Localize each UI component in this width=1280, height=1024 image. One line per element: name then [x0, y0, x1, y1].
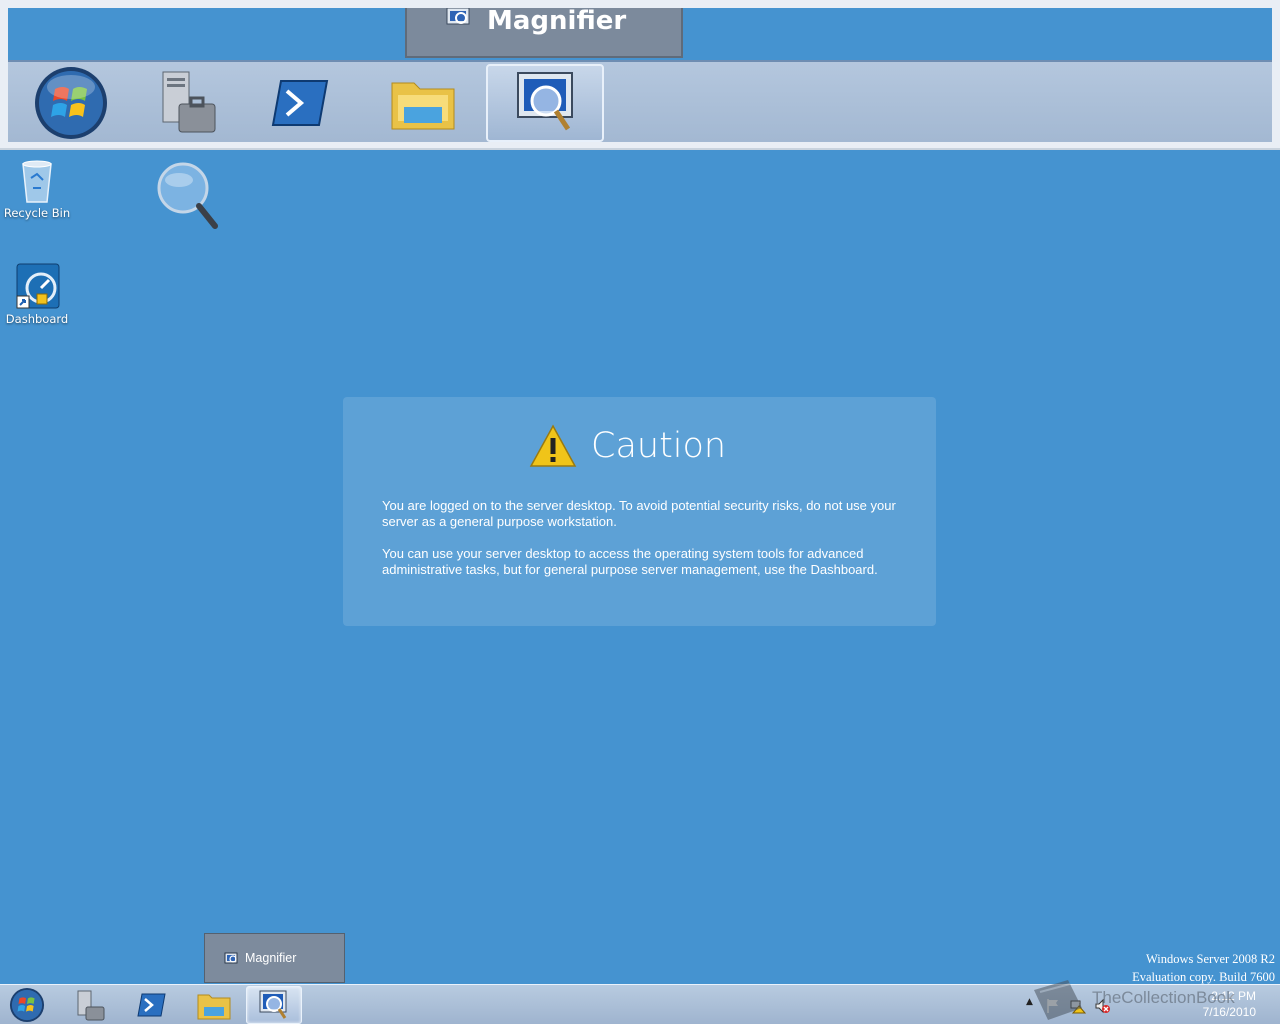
caution-paragraph-1: You are logged on to the server desktop.… [382, 498, 896, 529]
powershell-icon [271, 80, 329, 126]
magnified-server-manager-button[interactable] [128, 64, 246, 142]
recycle-bin-icon [22, 160, 52, 203]
magnifier-glass-icon [157, 162, 218, 229]
taskbar-thumbnail-popup[interactable]: Magnifier [204, 933, 345, 983]
os-version: Windows Server 2008 R2 [1146, 952, 1275, 966]
dashboard-icon [16, 263, 60, 309]
magnified-explorer-button[interactable] [364, 64, 482, 142]
os-watermark: Windows Server 2008 R2 Evaluation copy. … [1132, 950, 1275, 986]
magnified-view: Magnifier [8, 8, 1272, 142]
caution-header: Caution [529, 422, 726, 470]
book-watermark-icon [1034, 980, 1082, 1020]
thumbnail-label: Magnifier [245, 951, 297, 965]
folder-icon [197, 994, 231, 1020]
caution-paragraph-2: You can use your server desktop to acces… [382, 546, 878, 577]
magnified-taskbar [8, 60, 1272, 142]
site-watermark-text: TheCollectionBook [1092, 988, 1235, 1007]
magnifier-app-icon [224, 952, 238, 964]
magnifier-monitor-icon [517, 72, 573, 131]
taskbar-magnifier-button[interactable] [246, 986, 302, 1024]
dashboard-shortcut[interactable]: Dashboard [0, 262, 74, 326]
taskbar-server-manager-button[interactable] [62, 986, 118, 1024]
magnifier-app-icon [446, 8, 470, 25]
folder-icon [391, 82, 455, 130]
magnifier-monitor-icon [259, 990, 287, 1019]
taskbar-powershell-button[interactable] [124, 986, 180, 1024]
magnified-thumbnail-preview: Magnifier [405, 8, 683, 58]
taskbar: ▲ 2:12 PM 7/16/2010 [0, 984, 1280, 1024]
taskbar-explorer-button[interactable] [186, 986, 242, 1024]
dashboard-label: Dashboard [5, 312, 69, 326]
recycle-bin-shortcut[interactable]: Recycle Bin [0, 158, 74, 220]
magnified-powershell-button[interactable] [242, 64, 360, 142]
recycle-bin-label: Recycle Bin [3, 206, 71, 220]
magnified-preview-label: Magnifier [487, 8, 627, 36]
powershell-icon [137, 993, 166, 1017]
start-button[interactable] [8, 987, 46, 1023]
magnifier-lens-window: Magnifier [0, 0, 1280, 150]
magnified-start-button[interactable] [12, 64, 130, 142]
caution-panel: Caution You are logged on to the server … [343, 397, 936, 626]
caution-title: Caution [591, 426, 727, 466]
windows-orb-icon [35, 67, 107, 139]
server-manager-icon [77, 990, 105, 1021]
server-manager-icon [162, 71, 216, 133]
warning-triangle-icon [529, 424, 577, 467]
magnified-magnifier-button[interactable] [486, 64, 604, 142]
